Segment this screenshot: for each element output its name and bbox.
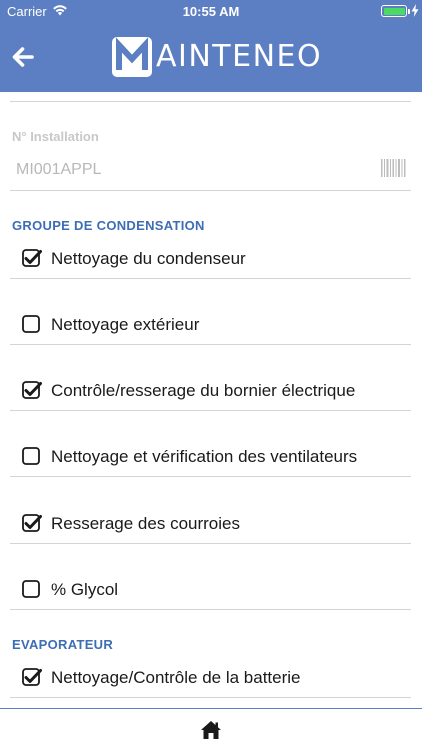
checklist-item-label: Nettoyage du condenseur <box>51 249 246 268</box>
divider <box>10 410 411 411</box>
divider <box>10 609 411 610</box>
section-title-evaporateur: EVAPORATEUR <box>12 637 114 652</box>
checklist-item-label: Nettoyage extérieur <box>51 315 200 334</box>
checkbox-box <box>22 315 40 333</box>
checkbox-box <box>22 580 40 598</box>
app-logo: AINTENEO <box>112 37 322 77</box>
header: Carrier 10:55 AM AINTENEO <box>0 0 422 92</box>
divider <box>10 344 411 345</box>
checklist-item[interactable]: Nettoyage/Contrôle de la batterie <box>0 653 422 703</box>
battery-tip <box>408 9 410 14</box>
logo-text: AINTENEO <box>156 39 323 74</box>
checklist-item[interactable]: Contrôle/resserage du bornier électrique <box>0 366 422 416</box>
battery-icon <box>381 5 407 17</box>
checklist-item-label: Nettoyage/Contrôle de la batterie <box>51 668 301 687</box>
checkbox-checked-icon[interactable] <box>22 381 42 401</box>
arrow-left-icon[interactable] <box>10 44 36 70</box>
charging-bolt-icon <box>411 4 419 17</box>
checkbox-empty-icon[interactable] <box>22 315 42 335</box>
divider <box>10 476 411 477</box>
checkbox-empty-icon[interactable] <box>22 580 42 600</box>
divider <box>10 697 411 698</box>
divider <box>10 278 411 279</box>
checkbox-empty-icon[interactable] <box>22 447 42 467</box>
checklist-item[interactable]: Nettoyage extérieur <box>0 300 422 350</box>
logo-m-glyph <box>116 37 148 70</box>
form-content[interactable]: N° Installation MI001APPL GROUPE DE COND… <box>0 92 422 708</box>
barcode-icon[interactable] <box>380 158 408 178</box>
installation-number-field[interactable]: MI001APPL <box>16 161 101 179</box>
divider <box>10 190 411 191</box>
screen: Carrier 10:55 AM AINTENEO N° Installatio… <box>0 0 422 750</box>
checklist-item[interactable]: Nettoyage et vérification des ventilateu… <box>0 432 422 482</box>
checklist-item-label: % Glycol <box>51 580 119 599</box>
checklist-item[interactable]: % Glycol <box>0 565 422 615</box>
installation-label: N° Installation <box>12 129 99 144</box>
home-icon[interactable] <box>200 720 222 740</box>
checklist-item[interactable]: Resserage des courroies <box>0 499 422 549</box>
status-bar: Carrier 10:55 AM <box>0 0 422 24</box>
checklist-item[interactable]: Nettoyage du condenseur <box>0 234 422 284</box>
checklist-item-label: Contrôle/resserage du bornier électrique <box>51 381 356 400</box>
checklist-item-label: Nettoyage et vérification des ventilateu… <box>51 447 358 466</box>
checkbox-box <box>22 447 40 465</box>
checklist-item-label: Resserage des courroies <box>51 514 240 533</box>
divider <box>10 543 411 544</box>
status-time: 10:55 AM <box>182 4 240 19</box>
section-title-condensation: GROUPE DE CONDENSATION <box>12 218 205 233</box>
bottom-toolbar <box>0 708 422 750</box>
checkbox-checked-icon[interactable] <box>22 249 42 269</box>
checkbox-checked-icon[interactable] <box>22 514 42 534</box>
checkbox-checked-icon[interactable] <box>22 668 42 688</box>
logo-m-box <box>112 37 152 77</box>
divider <box>10 101 411 102</box>
